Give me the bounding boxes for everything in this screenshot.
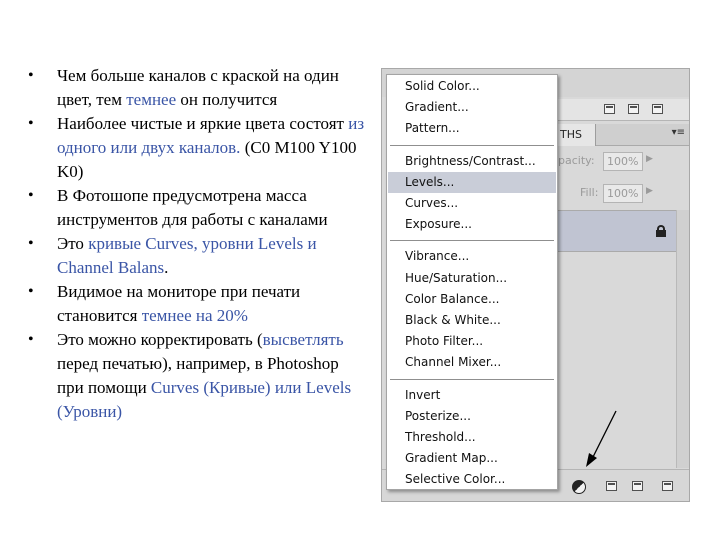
bullet-list: Чем больше каналов с краской на один цве… bbox=[28, 64, 368, 424]
fill-field[interactable]: 100% bbox=[603, 184, 643, 203]
menu-item-color-balance[interactable]: Color Balance... bbox=[388, 289, 556, 310]
layer-row[interactable] bbox=[558, 210, 689, 252]
new-item-icon[interactable] bbox=[628, 104, 639, 114]
panel-menu-icon[interactable]: ▾≡ bbox=[672, 127, 685, 138]
adjustment-layer-icon[interactable] bbox=[572, 480, 586, 494]
trash-icon[interactable] bbox=[652, 104, 663, 114]
bullet-text: Это можно корректировать ( bbox=[57, 330, 263, 349]
bullet-item: Это кривые Curves, уровни Levels и Chann… bbox=[28, 232, 368, 280]
opacity-field[interactable]: 100% bbox=[603, 152, 643, 171]
menu-item-posterize[interactable]: Posterize... bbox=[388, 406, 556, 427]
lock-icon bbox=[656, 225, 666, 237]
highlighted-text: высветлять bbox=[262, 330, 344, 349]
scrollbar[interactable] bbox=[676, 210, 689, 468]
opacity-label: pacity: bbox=[558, 154, 595, 167]
menu-item-black-white[interactable]: Black & White... bbox=[388, 310, 556, 331]
bullet-item: Видимое на мониторе при печати становитс… bbox=[28, 280, 368, 328]
save-icon[interactable] bbox=[604, 104, 615, 114]
bullet-text: В Фотошопе предусмотрена масса инструмен… bbox=[57, 186, 328, 229]
menu-item-photo-filter[interactable]: Photo Filter... bbox=[388, 331, 556, 352]
fill-label: Fill: bbox=[580, 186, 599, 199]
menu-item-exposure[interactable]: Exposure... bbox=[388, 214, 556, 235]
menu-separator bbox=[390, 240, 554, 242]
trash-icon[interactable] bbox=[662, 481, 673, 491]
menu-separator bbox=[390, 378, 554, 380]
menu-item-selective-color[interactable]: Selective Color... bbox=[388, 469, 556, 490]
bullet-text: . bbox=[164, 258, 169, 277]
menu-item-invert[interactable]: Invert bbox=[388, 385, 556, 406]
menu-item-brightness-contrast[interactable]: Brightness/Contrast... bbox=[388, 151, 556, 172]
bullet-item: Наиболее чистые и яркие цвета состоят из… bbox=[28, 112, 368, 184]
tab-paths[interactable]: THS bbox=[558, 124, 596, 146]
menu-item-levels[interactable]: Levels... bbox=[388, 171, 556, 193]
menu-separator bbox=[390, 144, 554, 146]
adjustment-dropdown-menu: Solid Color... Gradient... Pattern... Brigh… bbox=[386, 74, 558, 490]
menu-item-gradient-map[interactable]: Gradient Map... bbox=[388, 448, 556, 469]
opacity-arrow-icon[interactable]: ▶ bbox=[646, 154, 653, 164]
highlighted-text: темнее на 20% bbox=[141, 306, 248, 325]
opacity-row: pacity: 100% ▶ bbox=[558, 149, 689, 175]
panel-tab-row: THS ▾≡ bbox=[558, 124, 689, 146]
menu-item-channel-mixer[interactable]: Channel Mixer... bbox=[388, 352, 556, 373]
fill-row: Fill: 100% ▶ bbox=[558, 181, 689, 207]
bullet-item: Это можно корректировать (высветлять пер… bbox=[28, 328, 368, 424]
menu-item-threshold[interactable]: Threshold... bbox=[388, 427, 556, 448]
bullet-text: Это bbox=[57, 234, 89, 253]
panel-icon-strip bbox=[558, 99, 689, 121]
bullet-text: он получится bbox=[176, 90, 278, 109]
menu-item-solid-color[interactable]: Solid Color... bbox=[388, 76, 556, 97]
menu-item-pattern[interactable]: Pattern... bbox=[388, 118, 556, 139]
menu-item-gradient[interactable]: Gradient... bbox=[388, 97, 556, 118]
highlighted-text: темнее bbox=[126, 90, 177, 109]
folder-icon[interactable] bbox=[606, 481, 617, 491]
photoshop-panel-screenshot: THS ▾≡ pacity: 100% ▶ Fill: 100% ▶ Solid… bbox=[381, 68, 690, 502]
bullet-text: Наиболее чистые и яркие цвета состоят bbox=[57, 114, 349, 133]
bullet-item: В Фотошопе предусмотрена масса инструмен… bbox=[28, 184, 368, 232]
highlighted-text: кривые Curves, уровни Levels и Channel B… bbox=[57, 234, 317, 277]
bullet-item: Чем больше каналов с краской на один цве… bbox=[28, 64, 368, 112]
menu-item-hue-saturation[interactable]: Hue/Saturation... bbox=[388, 268, 556, 289]
menu-item-vibrance[interactable]: Vibrance... bbox=[388, 246, 556, 267]
menu-item-curves[interactable]: Curves... bbox=[388, 193, 556, 214]
fill-arrow-icon[interactable]: ▶ bbox=[646, 186, 653, 196]
annotation-arrow-icon bbox=[586, 410, 617, 467]
new-layer-icon[interactable] bbox=[632, 481, 643, 491]
